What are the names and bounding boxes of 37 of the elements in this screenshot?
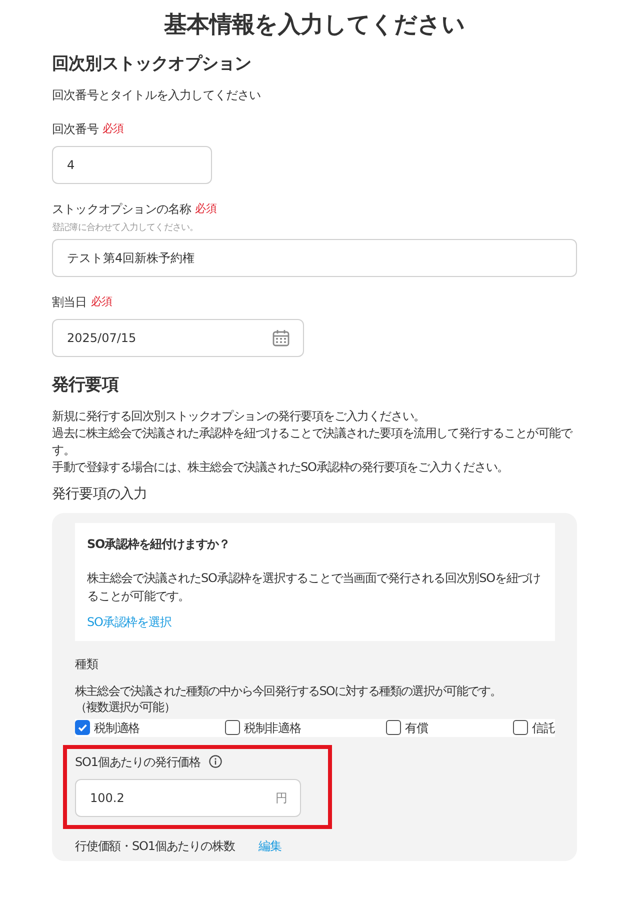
checkbox-label: 税制適格 <box>94 720 140 737</box>
section-heading: 発行要項 <box>52 375 120 396</box>
checkbox-label: 有償 <box>405 720 428 737</box>
description-text: 株主総会で決議された種類の中から今回発行するSOに対する種類の選択が可能です。 <box>75 682 502 699</box>
unit-label: 円 <box>276 790 287 807</box>
checkbox-label: 税制非適格 <box>244 720 301 737</box>
required-label: 必須 <box>195 200 216 217</box>
info-icon[interactable] <box>208 755 222 768</box>
checkbox[interactable] <box>75 720 90 736</box>
checkbox[interactable] <box>513 720 528 736</box>
required-label: 必須 <box>102 120 124 137</box>
field-label: ストックオプションの名称 <box>52 200 192 218</box>
input-field[interactable]: テスト第4回新株予約権 <box>52 239 577 278</box>
subheading: 発行要項の入力 <box>52 484 148 504</box>
required-label: 必須 <box>90 294 112 310</box>
checkbox-label: 信託 <box>532 720 555 737</box>
description-text: 新規に発行する回次別ストックオプションの発行要項をご入力ください。 <box>52 408 426 425</box>
card-text: 株主総会で決議されたSO承認枠を選択することで当画面で発行される回次別SOを紐づけることが可能です。 <box>87 570 542 605</box>
card-title: SO承認枠を紐付けますか？ <box>87 536 232 553</box>
description-text: （複数選択が可能） <box>75 698 176 715</box>
input-field[interactable]: 4 <box>52 146 212 184</box>
field-hint: 登記簿に合わせて入力してください。 <box>52 222 200 235</box>
checkmark-icon <box>77 722 88 734</box>
checkbox[interactable] <box>224 720 240 736</box>
section-heading: 回次別ストックオプション <box>52 54 252 74</box>
description-text: 手動で登録する場合には、株主総会で決議されたSO承認枠の発行要項をご入力ください。 <box>52 458 510 476</box>
field-label: 回次番号 <box>52 120 98 138</box>
section-description: 回次番号とタイトルを入力してください <box>52 86 262 104</box>
field-label: SO1個あたりの発行価格 <box>75 754 200 771</box>
field-label: 行使価額・SO1個あたりの株数 <box>75 838 235 855</box>
checkbox[interactable] <box>386 720 402 736</box>
page-title: 基本情報を入力してください <box>163 12 466 40</box>
calendar-icon[interactable] <box>272 329 290 348</box>
description-text: 過去に株主総会で決議された承認枠を紐づけることで決議された要項を流用して発行することが可能です。 <box>52 424 574 459</box>
field-label: 種類 <box>75 656 99 673</box>
field-label: 割当日 <box>52 294 87 312</box>
date-field[interactable]: 2025/07/15 <box>52 319 304 358</box>
